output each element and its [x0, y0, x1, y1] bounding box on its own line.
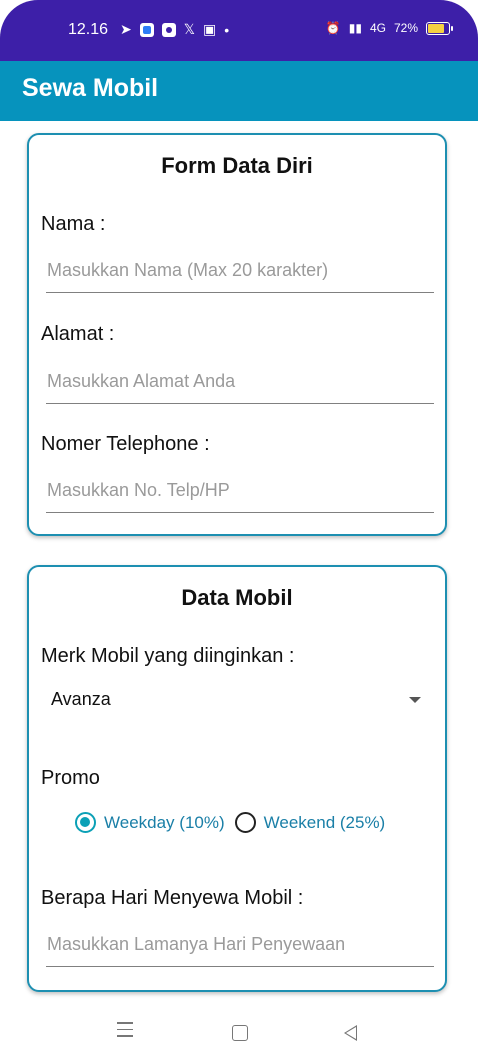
telephone-input[interactable]: [46, 469, 434, 513]
nama-input[interactable]: [46, 249, 434, 293]
promo-weekend-label: Weekend (25%): [263, 812, 386, 832]
app-icon: [139, 22, 154, 37]
data-mobil-card: Data Mobil Merk Mobil yang diinginkan : …: [27, 565, 447, 992]
merk-label: Merk Mobil yang diinginkan :: [41, 645, 295, 667]
merk-dropdown[interactable]: Avanza: [51, 687, 421, 717]
alamat-input[interactable]: [46, 360, 434, 404]
telephone-label: Nomer Telephone :: [41, 433, 210, 455]
status-bar: 12.16 ➤ 𝕏 ▣ • ⏰ ▮▮ 4G 72%: [0, 0, 478, 61]
promo-weekend-radio[interactable]: Weekend (25%): [234, 812, 386, 833]
data-mobil-title: Data Mobil: [181, 585, 293, 610]
chevron-down-icon: [409, 697, 421, 703]
promo-weekday-label: Weekday (10%): [104, 812, 225, 832]
android-icon: ▣: [203, 21, 217, 37]
battery-icon: [426, 21, 453, 35]
radio-checked-icon: [75, 812, 96, 833]
alamat-label: Alamat :: [41, 323, 115, 345]
x-icon: 𝕏: [183, 21, 196, 37]
promo-weekday-radio[interactable]: Weekday (10%): [75, 812, 225, 833]
network-label: 4G: [369, 21, 386, 35]
alarm-icon: ⏰: [325, 21, 341, 35]
merk-selected-value: Avanza: [51, 689, 111, 709]
telegram-icon: ➤: [120, 21, 132, 37]
status-time: 12.16: [68, 21, 109, 38]
hari-label: Berapa Hari Menyewa Mobil :: [41, 887, 304, 909]
form-data-diri-title: Form Data Diri: [161, 153, 313, 178]
battery-percent: 72%: [393, 21, 418, 35]
menu-icon[interactable]: [117, 1022, 133, 1042]
status-notification-icons: ➤ 𝕏 ▣ •: [120, 21, 229, 38]
promo-radio-group: Weekday (10%) Weekend (25%): [75, 812, 395, 833]
app-bar: Sewa Mobil: [0, 61, 478, 121]
nama-label: Nama :: [41, 213, 106, 235]
hari-input[interactable]: [46, 923, 434, 967]
status-system-icons: ⏰ ▮▮ 4G 72%: [325, 21, 453, 35]
home-icon[interactable]: [232, 1025, 248, 1041]
promo-label: Promo: [41, 767, 100, 789]
settings-icon: [161, 22, 176, 37]
form-data-diri-card: Form Data Diri Nama : Alamat : Nomer Tel…: [27, 133, 447, 536]
back-icon[interactable]: [344, 1025, 357, 1041]
dot-icon: •: [224, 21, 230, 38]
app-title: Sewa Mobil: [22, 74, 159, 102]
navigation-bar: [0, 1008, 478, 1062]
radio-unchecked-icon: [234, 812, 256, 833]
signal-icon: ▮▮: [348, 21, 362, 35]
